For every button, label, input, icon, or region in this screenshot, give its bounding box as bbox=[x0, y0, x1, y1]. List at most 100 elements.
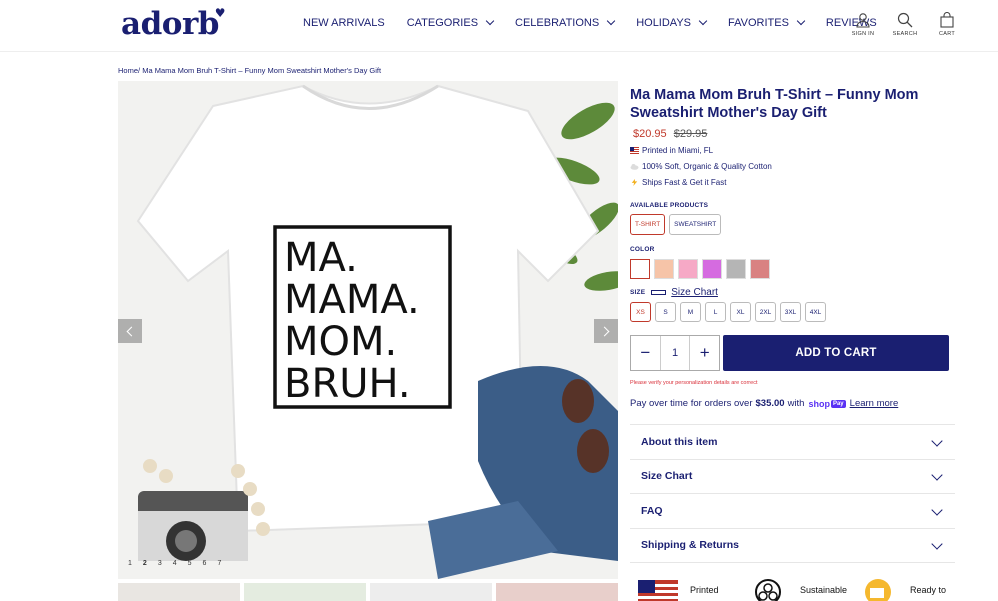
shirt-print-line-2: MAMA. bbox=[284, 277, 420, 323]
installments-banner: Pay over time for orders over $35.00 wit… bbox=[630, 398, 955, 409]
shirt-print-line-1: MA. bbox=[284, 235, 358, 281]
price-block: $20.95 $29.95 bbox=[633, 128, 955, 140]
nav-label: FAVORITES bbox=[728, 17, 789, 29]
nav-categories[interactable]: CATEGORIES bbox=[406, 16, 495, 29]
shop-pay-text: shop bbox=[808, 398, 830, 409]
accordion-about[interactable]: About this item bbox=[630, 425, 955, 460]
badge-ready: Ready to bbox=[856, 576, 966, 601]
product-accordion: About this item Size Chart FAQ Shipping … bbox=[630, 424, 955, 563]
size-option-xl[interactable]: XL bbox=[730, 302, 751, 322]
feature-text: 100% Soft, Organic & Quality Cotton bbox=[642, 162, 772, 171]
size-chart-link[interactable]: Size Chart bbox=[671, 287, 718, 298]
accordion-label: Shipping & Returns bbox=[641, 539, 739, 552]
sign-in-button[interactable]: SIGN IN bbox=[850, 12, 876, 37]
shirt-print-line-4: BRUH. bbox=[284, 361, 411, 407]
thumbnail[interactable] bbox=[118, 583, 240, 601]
accordion-size-chart[interactable]: Size Chart bbox=[630, 460, 955, 494]
add-to-cart-button[interactable]: ADD TO CART bbox=[723, 335, 949, 371]
nav-holidays[interactable]: HOLIDAYS bbox=[636, 16, 708, 29]
thumbnail[interactable] bbox=[244, 583, 366, 601]
color-swatch-purple[interactable] bbox=[702, 259, 722, 279]
size-selector: XS S M L XL 2XL 3XL 4XL bbox=[630, 302, 955, 322]
logo[interactable]: adorb ♥ bbox=[121, 6, 225, 42]
chevron-down-icon bbox=[931, 504, 943, 516]
cloud-icon bbox=[630, 164, 639, 170]
us-flag-icon bbox=[638, 580, 678, 601]
nav-label: HOLIDAYS bbox=[636, 17, 691, 29]
color-label: COLOR bbox=[630, 246, 655, 253]
site-header: adorb ♥ NEW ARRIVALS CATEGORIES CELEBRATI… bbox=[0, 0, 998, 52]
image-pagination: 1 2 3 4 5 6 7 bbox=[128, 560, 221, 567]
search-icon bbox=[897, 12, 913, 28]
installments-amount: $35.00 bbox=[755, 398, 785, 409]
accordion-shipping[interactable]: Shipping & Returns bbox=[630, 529, 955, 563]
feature-printed: Printed in Miami, FL bbox=[630, 146, 955, 155]
size-option-xs[interactable]: XS bbox=[630, 302, 651, 322]
nav-celebrations[interactable]: CELEBRATIONS bbox=[515, 16, 616, 29]
color-selector bbox=[630, 259, 955, 279]
ruler-icon bbox=[651, 290, 667, 295]
recycle-icon bbox=[755, 579, 781, 601]
quantity-increase-button[interactable]: + bbox=[690, 336, 719, 370]
user-icon bbox=[856, 13, 870, 28]
page-dot[interactable]: 7 bbox=[217, 560, 221, 567]
product-info: Ma Mama Mom Bruh T-Shirt – Funny Mom Swe… bbox=[630, 86, 955, 563]
size-option-3xl[interactable]: 3XL bbox=[780, 302, 801, 322]
page-dot[interactable]: 6 bbox=[203, 560, 207, 567]
feature-cotton: 100% Soft, Organic & Quality Cotton bbox=[630, 162, 955, 171]
product-title: Ma Mama Mom Bruh T-Shirt – Funny Mom Swe… bbox=[630, 87, 919, 121]
badge-printed: Printed bbox=[636, 576, 746, 601]
prev-image-button[interactable] bbox=[118, 319, 142, 343]
breadcrumb-separator: / bbox=[138, 66, 141, 75]
nav-favorites[interactable]: FAVORITES bbox=[728, 16, 806, 29]
thumbnail[interactable] bbox=[370, 583, 492, 601]
color-swatch-white[interactable] bbox=[630, 259, 650, 279]
shop-pay-badge: Pay bbox=[830, 399, 846, 408]
badge-text: Sustainable bbox=[800, 584, 848, 595]
badge-text: Ready to bbox=[910, 584, 947, 595]
learn-more-link[interactable]: Learn more bbox=[850, 398, 899, 409]
original-price: $29.95 bbox=[673, 128, 708, 140]
accordion-faq[interactable]: FAQ bbox=[630, 494, 955, 529]
quantity-decrease-button[interactable]: − bbox=[631, 336, 660, 370]
page-dot[interactable]: 3 bbox=[158, 560, 162, 567]
cart-label: CART bbox=[938, 31, 956, 37]
size-option-l[interactable]: L bbox=[705, 302, 726, 322]
quantity-input[interactable]: 1 bbox=[659, 336, 691, 370]
page-dot[interactable]: 1 bbox=[128, 560, 132, 567]
page-dot-active[interactable]: 2 bbox=[143, 560, 147, 567]
sale-price: $20.95 bbox=[633, 128, 667, 140]
search-label: SEARCH bbox=[892, 31, 918, 37]
color-swatch-pink[interactable] bbox=[678, 259, 698, 279]
available-products-label: AVAILABLE PRODUCTS bbox=[630, 202, 709, 209]
accordion-label: Size Chart bbox=[641, 470, 693, 483]
breadcrumb-home[interactable]: Home bbox=[118, 66, 138, 75]
size-option-4xl[interactable]: 4XL bbox=[805, 302, 826, 322]
chevron-left-icon bbox=[126, 326, 137, 336]
accordion-label: FAQ bbox=[641, 504, 663, 517]
page-dot[interactable]: 4 bbox=[173, 560, 177, 567]
next-image-button[interactable] bbox=[594, 319, 618, 343]
variant-tshirt[interactable]: T-SHIRT bbox=[630, 214, 666, 235]
nav-label: CATEGORIES bbox=[406, 17, 479, 29]
color-swatch-rose[interactable] bbox=[750, 259, 770, 279]
size-option-m[interactable]: M bbox=[680, 302, 701, 322]
chevron-down-icon bbox=[931, 538, 943, 550]
page-dot[interactable]: 5 bbox=[188, 560, 192, 567]
breadcrumb: Home/ Ma Mama Mom Bruh T-Shirt – Funny M… bbox=[118, 66, 381, 75]
size-option-s[interactable]: S bbox=[655, 302, 676, 322]
cart-button[interactable]: CART bbox=[934, 12, 960, 37]
sign-in-label: SIGN IN bbox=[851, 31, 875, 37]
logo-text: adorb bbox=[121, 6, 219, 42]
color-swatch-gray[interactable] bbox=[726, 259, 746, 279]
variant-sweatshirt[interactable]: SWEATSHIRT bbox=[669, 214, 722, 235]
badge-sustainable: Sustainable bbox=[746, 576, 856, 601]
size-option-2xl[interactable]: 2XL bbox=[755, 302, 776, 322]
product-image[interactable]: MA. MAMA. MOM. BRUH. 1 2 3 4 5 6 7 bbox=[118, 81, 618, 579]
search-button[interactable]: SEARCH bbox=[892, 12, 918, 37]
nav-label: CELEBRATIONS bbox=[515, 17, 600, 29]
us-flag-icon bbox=[630, 147, 639, 154]
nav-new-arrivals[interactable]: NEW ARRIVALS bbox=[303, 17, 385, 29]
thumbnail[interactable] bbox=[496, 583, 618, 601]
color-swatch-peach[interactable] bbox=[654, 259, 674, 279]
